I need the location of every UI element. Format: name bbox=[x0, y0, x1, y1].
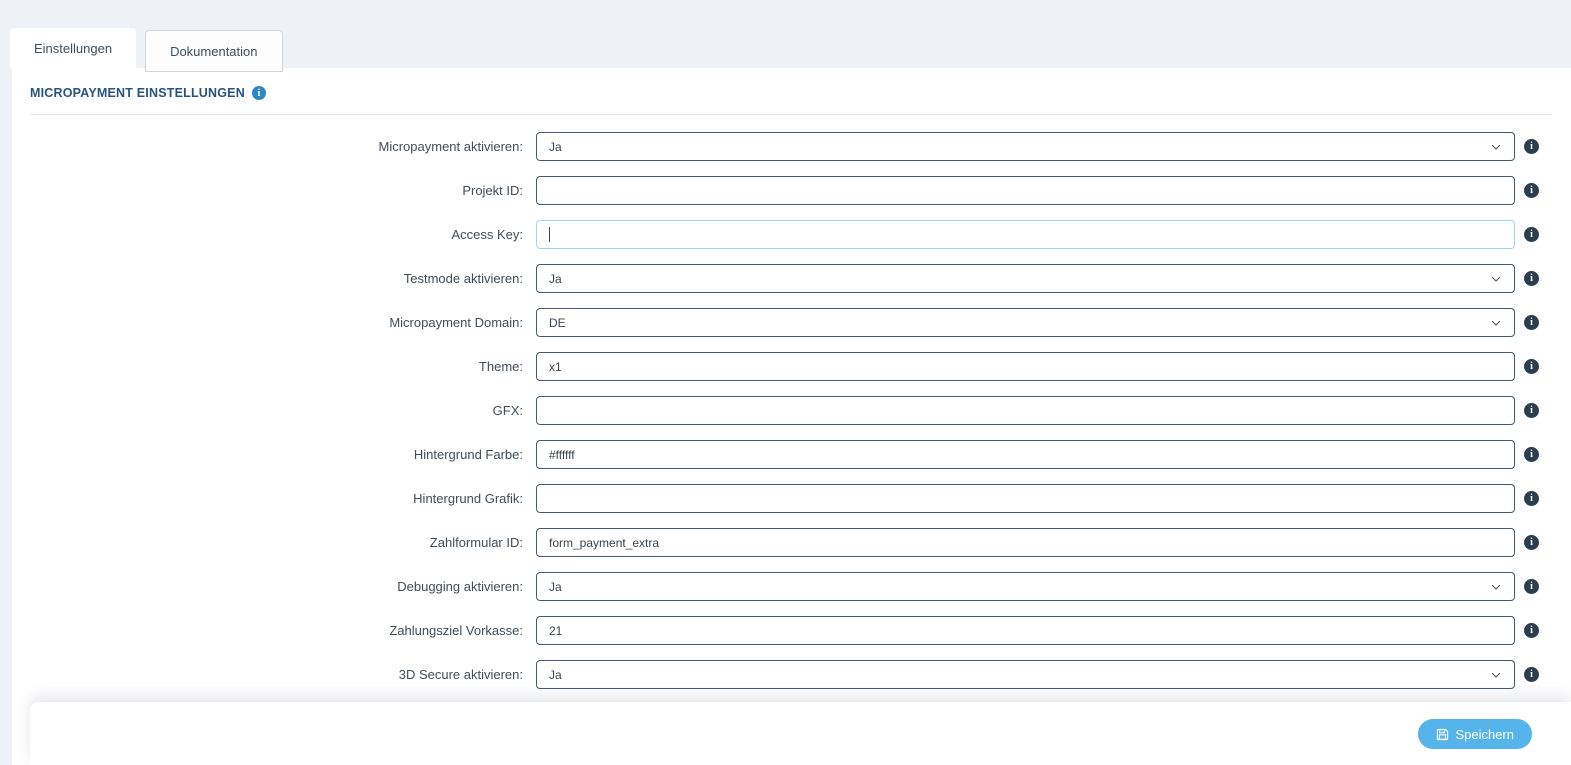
field-input[interactable] bbox=[536, 396, 1515, 425]
field-label: Hintergrund Farbe: bbox=[413, 447, 523, 462]
info-icon[interactable]: i bbox=[1524, 491, 1539, 506]
field-input[interactable] bbox=[536, 176, 1515, 205]
field-value: Ja bbox=[549, 667, 562, 682]
form-row: Testmode aktivieren: Ja i bbox=[0, 264, 1571, 293]
info-icon[interactable]: i bbox=[1524, 579, 1539, 594]
info-icon[interactable]: i bbox=[1524, 183, 1539, 198]
section-divider bbox=[30, 114, 1552, 115]
field-value: Ja bbox=[549, 271, 562, 286]
save-icon bbox=[1436, 728, 1449, 741]
field-label: Testmode aktivieren: bbox=[403, 271, 523, 286]
chevron-down-icon bbox=[1490, 669, 1502, 681]
field-input[interactable] bbox=[536, 484, 1515, 513]
info-icon[interactable]: i bbox=[1524, 535, 1539, 550]
info-icon[interactable]: i bbox=[1524, 623, 1539, 638]
field-input[interactable]: 21 bbox=[536, 616, 1515, 645]
field-value: form_payment_extra bbox=[549, 535, 660, 550]
field-select[interactable]: Ja bbox=[536, 572, 1515, 601]
field-label: Micropayment aktivieren: bbox=[378, 139, 524, 154]
chevron-down-icon bbox=[1490, 141, 1502, 153]
form-row: Zahlformular ID: form_payment_extra i bbox=[0, 528, 1571, 557]
field-input[interactable]: form_payment_extra bbox=[536, 528, 1515, 557]
field-label: Debugging aktivieren: bbox=[397, 579, 523, 594]
form-row: Hintergrund Grafik: i bbox=[0, 484, 1571, 513]
tab-dokumentation[interactable]: Dokumentation bbox=[145, 30, 283, 72]
field-label: Zahlformular ID: bbox=[429, 535, 523, 550]
field-label: Projekt ID: bbox=[462, 183, 523, 198]
section-title: MICROPAYMENT EINSTELLUNGEN bbox=[30, 86, 245, 100]
chevron-down-icon bbox=[1490, 273, 1502, 285]
settings-form: Micropayment aktivieren: Ja i Projekt ID… bbox=[0, 117, 1571, 689]
field-label: Theme: bbox=[478, 359, 523, 374]
save-button-label: Speichern bbox=[1455, 726, 1514, 742]
info-icon[interactable]: i bbox=[1524, 315, 1539, 330]
info-icon[interactable]: i bbox=[1524, 359, 1539, 374]
field-value: x1 bbox=[549, 359, 562, 374]
field-input[interactable]: x1 bbox=[536, 352, 1515, 381]
field-label: Zahlungsziel Vorkasse: bbox=[389, 623, 523, 638]
field-label: Hintergrund Grafik: bbox=[413, 491, 523, 506]
info-icon[interactable]: i bbox=[1524, 139, 1539, 154]
field-select[interactable]: DE bbox=[536, 308, 1515, 337]
field-value: 21 bbox=[549, 623, 563, 638]
field-select[interactable]: Ja bbox=[536, 660, 1515, 689]
form-row: Micropayment aktivieren: Ja i bbox=[0, 132, 1571, 161]
info-icon[interactable]: i bbox=[1524, 403, 1539, 418]
field-value: Ja bbox=[549, 139, 562, 154]
info-icon[interactable]: i bbox=[1524, 447, 1539, 462]
text-cursor bbox=[549, 227, 550, 242]
save-button[interactable]: Speichern bbox=[1418, 719, 1532, 749]
form-row: 3D Secure aktivieren: Ja i bbox=[0, 660, 1571, 689]
form-row: Projekt ID: i bbox=[0, 176, 1571, 205]
field-label: Access Key: bbox=[451, 227, 523, 242]
tab-label: Einstellungen bbox=[34, 40, 113, 56]
tab-label: Dokumentation bbox=[170, 43, 258, 59]
form-row: Micropayment Domain: DE i bbox=[0, 308, 1571, 337]
field-value: DE bbox=[549, 315, 566, 330]
form-row: GFX: i bbox=[0, 396, 1571, 425]
field-select[interactable]: Ja bbox=[536, 264, 1515, 293]
field-input[interactable]: #ffffff bbox=[536, 440, 1515, 469]
footer-bar: Speichern bbox=[30, 702, 1571, 765]
form-row: Zahlungsziel Vorkasse: 21 i bbox=[0, 616, 1571, 645]
form-row: Debugging aktivieren: Ja i bbox=[0, 572, 1571, 601]
form-row: Theme: x1 i bbox=[0, 352, 1571, 381]
field-label: GFX: bbox=[492, 403, 523, 418]
section-header: MICROPAYMENT EINSTELLUNGEN i bbox=[30, 86, 266, 100]
field-value: Ja bbox=[549, 579, 562, 594]
info-icon[interactable]: i bbox=[1524, 271, 1539, 286]
form-row: Access Key: i bbox=[0, 220, 1571, 249]
info-icon[interactable]: i bbox=[1524, 227, 1539, 242]
form-row: Hintergrund Farbe: #ffffff i bbox=[0, 440, 1571, 469]
field-label: Micropayment Domain: bbox=[389, 315, 523, 330]
chevron-down-icon bbox=[1490, 317, 1502, 329]
settings-page: Einstellungen Dokumentation MICROPAYMENT… bbox=[0, 0, 1571, 765]
field-select[interactable]: Ja bbox=[536, 132, 1515, 161]
tab-bar: Einstellungen Dokumentation bbox=[10, 28, 283, 72]
field-input[interactable] bbox=[536, 220, 1515, 249]
info-icon[interactable]: i bbox=[1524, 667, 1539, 682]
tab-einstellungen[interactable]: Einstellungen bbox=[10, 28, 137, 68]
chevron-down-icon bbox=[1490, 581, 1502, 593]
field-label: 3D Secure aktivieren: bbox=[398, 667, 523, 682]
field-value: #ffffff bbox=[549, 447, 575, 462]
info-icon[interactable]: i bbox=[251, 86, 266, 100]
